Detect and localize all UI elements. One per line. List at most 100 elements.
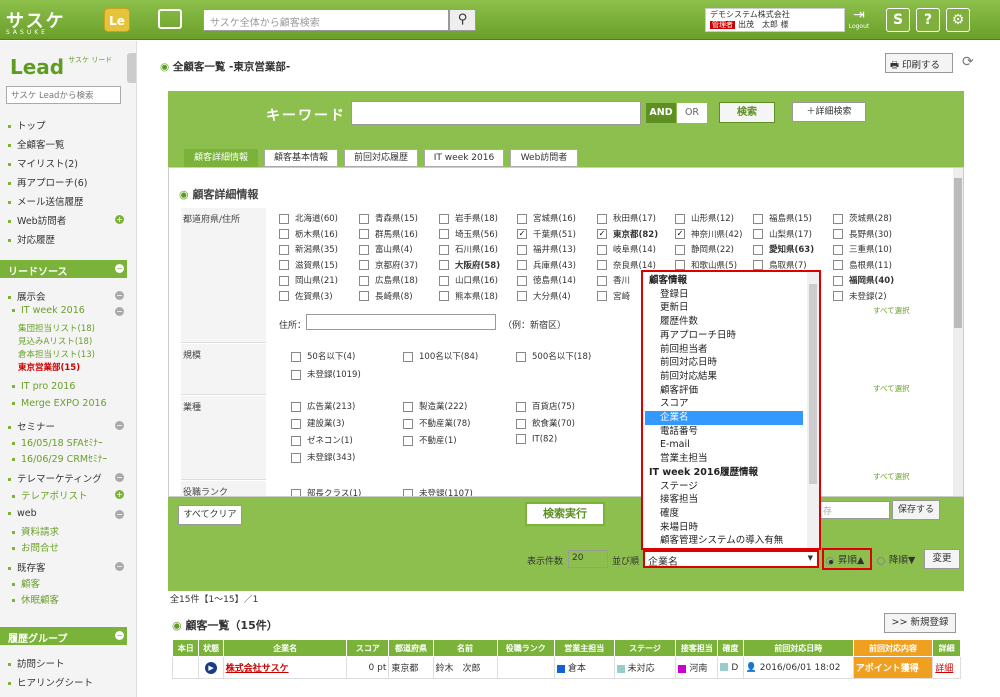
scale-checkbox[interactable]: 500名以下(18) [516, 350, 591, 362]
change-button[interactable]: 変更 [924, 549, 960, 569]
pref-checkbox[interactable]: 和歌山県(5) [675, 259, 737, 271]
collapse-icon[interactable]: − [115, 421, 124, 430]
industry-checkbox[interactable]: 製造業(222) [403, 400, 467, 412]
scale-checkbox[interactable]: 未登録(1019) [291, 368, 361, 380]
dropdown-option[interactable]: ステージ [645, 480, 803, 494]
pref-checkbox[interactable]: 兵庫県(43) [517, 259, 576, 271]
rank-checkbox[interactable]: 未登録(1107) [403, 487, 473, 496]
sort-dropdown-list[interactable]: 顧客情報 登録日 更新日 履歴件数 再アプローチ日時 前回担当者 前回対応日時 前回対応結果顧… [641, 270, 821, 550]
sidebar-item-exhibit[interactable]: 展示会 [8, 289, 46, 303]
column-header[interactable]: 状態 [198, 639, 224, 657]
dropdown-option[interactable]: 前回担当者 [645, 343, 803, 357]
sidebar-sub-item[interactable]: 資料請求 [12, 524, 59, 538]
global-search-input[interactable]: サスケ全体から顧客検索 [203, 9, 449, 31]
pref-checkbox[interactable]: 静岡県(22) [675, 243, 734, 255]
collapse-icon[interactable]: − [115, 291, 124, 300]
industry-checkbox[interactable]: 不動産(1) [403, 434, 457, 446]
column-header[interactable]: 前回対応内容 [852, 639, 934, 657]
pref-checkbox[interactable]: 山梨県(17) [753, 228, 812, 240]
column-header[interactable]: 接客担当 [675, 639, 719, 657]
keyword-search-button[interactable]: 検索 [719, 102, 775, 123]
pref-checkbox[interactable]: 大阪府(58) [439, 259, 500, 271]
logout-button[interactable]: ⇥ Logout [847, 7, 871, 33]
sidebar-item-web[interactable]: web [8, 508, 37, 519]
dropdown-option[interactable]: 前回対応結果 [645, 370, 803, 384]
detail-link[interactable]: 詳細 [935, 664, 953, 674]
save-button[interactable]: 保存する [892, 500, 940, 520]
desc-radio[interactable]: 降順▼ [877, 552, 915, 566]
industry-checkbox[interactable]: 不動産業(78) [403, 417, 470, 429]
asc-radio[interactable]: 昇順▲ [822, 548, 872, 570]
sidebar-item-merge[interactable]: Merge EXPO 2016 [12, 398, 107, 409]
scale-checkbox[interactable]: 100名以下(84) [403, 350, 478, 362]
sidebar-item-history[interactable]: 対応履歴 [8, 232, 55, 246]
search-icon[interactable]: ⚲ [449, 9, 476, 31]
pref-checkbox[interactable]: 滋賀県(15) [279, 259, 338, 271]
sidebar-item-telemarketing[interactable]: テレマーケティング [8, 471, 102, 485]
section-lead-source[interactable]: リードソース [0, 260, 127, 278]
pref-checkbox[interactable]: 秋田県(17) [597, 212, 656, 224]
dropdown-option[interactable]: 履歴件数 [645, 315, 803, 329]
tab-itweek[interactable]: IT week 2016 [424, 149, 504, 167]
dropdown-scrollbar[interactable] [807, 272, 819, 548]
pref-checkbox[interactable]: 山口県(16) [439, 274, 498, 286]
dropdown-option[interactable]: 顧客評価 [645, 384, 803, 398]
column-header[interactable]: スコア [346, 639, 390, 657]
sidebar-sub-item[interactable]: お問合せ [12, 540, 59, 554]
dropdown-option[interactable]: 来場日時 [645, 521, 803, 535]
pref-checkbox[interactable]: 茨城県(28) [833, 212, 892, 224]
sidebar-sub-item[interactable]: 休眠顧客 [12, 592, 59, 606]
select-all-link[interactable]: すべて選択 [873, 305, 910, 316]
column-header[interactable]: 企業名 [222, 639, 348, 657]
industry-checkbox[interactable]: IT(82) [516, 434, 557, 445]
pref-checkbox[interactable]: 福岡県(40) [833, 274, 894, 286]
pref-checkbox[interactable]: 奈良県(14) [597, 259, 656, 271]
dropdown-option[interactable]: 企業名 [645, 411, 803, 425]
sidebar-item-visit-sheet[interactable]: 訪問シート [8, 656, 65, 670]
dropdown-option[interactable]: 登録日 [645, 288, 803, 302]
pref-checkbox[interactable]: 長崎県(8) [359, 290, 413, 302]
sidebar-item-mylist[interactable]: マイリスト(2) [8, 156, 78, 170]
add-icon[interactable]: + [115, 490, 124, 499]
sidebar-item-itweek[interactable]: IT week 2016 [12, 305, 85, 316]
pref-checkbox[interactable]: 神奈川県(42) [675, 228, 742, 240]
column-header[interactable]: 確度 [717, 639, 744, 657]
pref-checkbox[interactable]: 栃木県(16) [279, 228, 338, 240]
scale-checkbox[interactable]: 50名以下(4) [291, 350, 355, 362]
dropdown-option[interactable]: 顧客管理システムの導入有無 [645, 534, 803, 548]
pref-checkbox[interactable]: 埼玉県(56) [439, 228, 498, 240]
sidebar-sub-item[interactable]: テレアポリスト [12, 488, 88, 502]
sidebar-sub-item[interactable]: 集団担当リスト(18) [18, 322, 95, 334]
tab-detail[interactable]: 顧客詳細情報 [184, 149, 258, 167]
pref-checkbox[interactable]: 京都府(37) [359, 259, 418, 271]
section-history-group[interactable]: 履歴グループ [0, 627, 127, 645]
pref-checkbox[interactable]: 愛知県(63) [753, 243, 814, 255]
pref-checkbox[interactable]: 北海道(60) [279, 212, 338, 224]
pref-checkbox[interactable]: 鳥取県(7) [753, 259, 807, 271]
sidebar-item-existing[interactable]: 既存客 [8, 560, 46, 574]
collapse-icon[interactable]: − [115, 264, 124, 273]
sidebar-item-all-customers[interactable]: 全顧客一覧 [8, 137, 65, 151]
panel-scrollbar[interactable] [953, 168, 963, 496]
industry-checkbox[interactable]: 百貨店(75) [516, 400, 575, 412]
display-count-input[interactable]: 20 [568, 550, 608, 568]
advanced-search-button[interactable]: ＋詳細検索 [792, 102, 866, 122]
refresh-icon[interactable]: ⟳ [962, 54, 974, 70]
sidebar-item-mail-history[interactable]: メール送信履歴 [8, 194, 84, 208]
pref-checkbox[interactable]: 群馬県(16) [359, 228, 418, 240]
table-row[interactable]: ▶ 株式会社サスケ 0 pt 東京都 鈴木 次郎 倉本 未対応 河南 D 👤 2… [171, 656, 961, 679]
sasuke-button[interactable]: S [886, 8, 910, 32]
pref-checkbox[interactable]: 岩手県(18) [439, 212, 498, 224]
pref-checkbox[interactable]: 島根県(11) [833, 259, 892, 271]
pref-checkbox[interactable]: 山形県(12) [675, 212, 734, 224]
dropdown-option[interactable]: 接客担当 [645, 493, 803, 507]
and-toggle[interactable]: AND [646, 103, 676, 123]
clear-all-button[interactable]: すべてクリア [178, 505, 242, 525]
sidebar-item-web-visitors[interactable]: Web訪問者 [8, 213, 66, 227]
save-name-input[interactable]: 存 [818, 501, 890, 519]
pref-checkbox[interactable]: 香川 [597, 274, 630, 286]
sidebar-item-itpro[interactable]: IT pro 2016 [12, 381, 75, 392]
pref-checkbox[interactable]: 新潟県(35) [279, 243, 338, 255]
sidebar-sub-item-active[interactable]: 東京営業部(15) [18, 361, 80, 373]
pref-checkbox[interactable]: 広島県(18) [359, 274, 418, 286]
